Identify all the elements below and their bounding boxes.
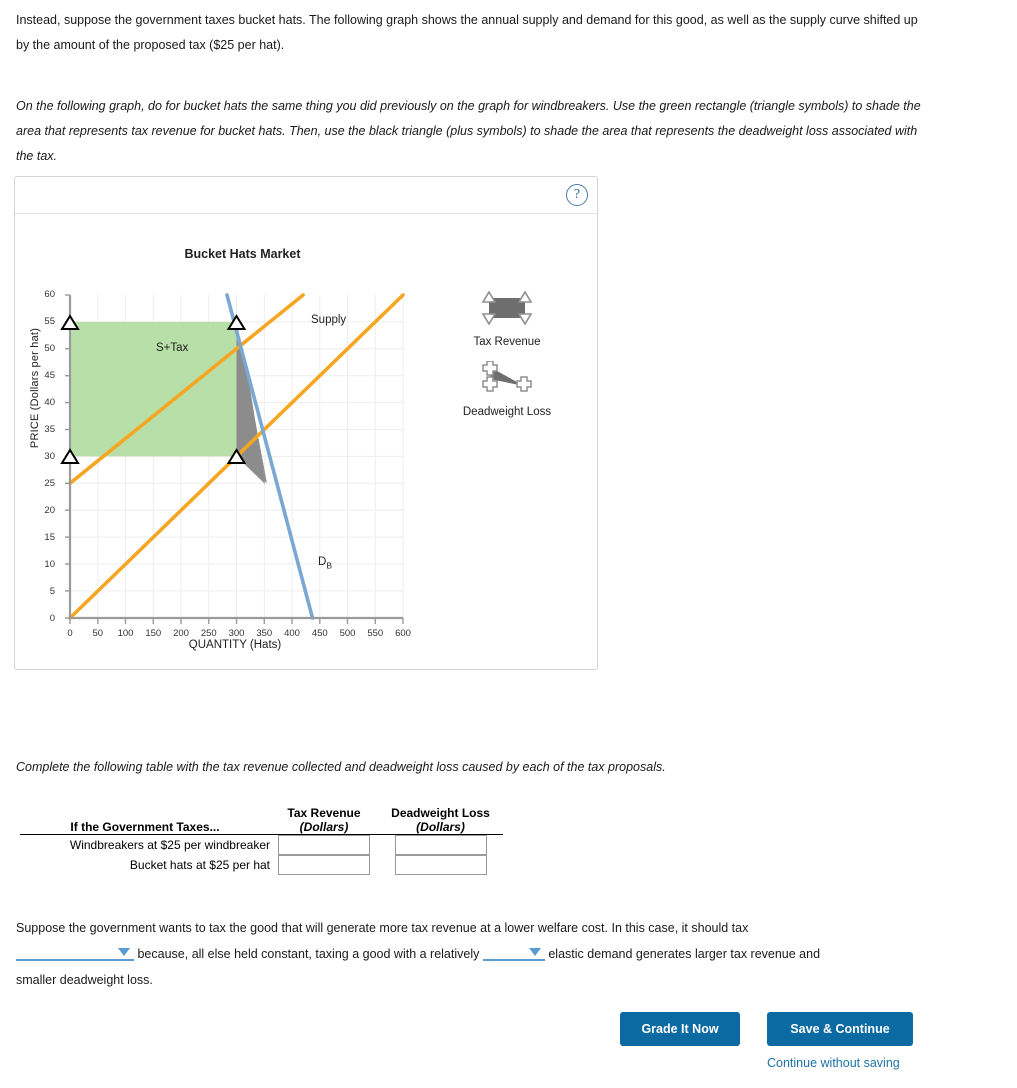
input-windbreakers-deadweight-loss[interactable] <box>394 834 487 855</box>
y-tick-5: 5 <box>49 586 55 597</box>
table-row: Bucket hats at $25 per hat <box>20 854 503 875</box>
legend-caption-deadweight-loss: Deadweight Loss <box>462 406 552 418</box>
dropdown-elasticity[interactable] <box>482 944 545 961</box>
y-tick-30: 30 <box>44 451 55 462</box>
save-and-continue-button[interactable]: Save & Continue <box>767 1012 913 1046</box>
row-label-bucket-hats: Bucket hats at $25 per hat <box>129 857 270 872</box>
table-header-tax-revenue-title: Tax Revenue <box>287 805 361 820</box>
table-header-tax-revenue-unit: (Dollars) <box>299 819 349 834</box>
page-root: Instead, suppose the government taxes bu… <box>0 0 1017 1088</box>
legend-item-tax-revenue[interactable]: Tax Revenue <box>427 290 587 348</box>
continue-without-saving-link[interactable]: Continue without saving <box>767 1056 900 1070</box>
graph-panel: ? Bucket Hats Market PRICE (Dollars per … <box>14 176 598 670</box>
legend-item-deadweight-loss[interactable]: Deadweight Loss <box>427 360 587 418</box>
table-intro: Complete the following table with the ta… <box>16 760 666 774</box>
cell-bucket-hats-deadweight-loss <box>378 854 503 875</box>
table-header-deadweight-loss-title: Deadweight Loss <box>391 805 490 820</box>
table-header-row: If the Government Taxes... Tax Revenue (… <box>20 790 503 834</box>
tax-table: If the Government Taxes... Tax Revenue (… <box>20 790 503 875</box>
input-bucket-hats-tax-revenue[interactable] <box>278 854 370 875</box>
bottom-line-1: Suppose the government wants to tax the … <box>16 921 749 935</box>
y-tick-0: 0 <box>49 613 55 624</box>
bottom-fragment-1: because, all else held constant, taxing … <box>137 947 480 961</box>
row-label-windbreakers: Windbreakers at $25 per windbreaker <box>20 833 270 855</box>
table-header-tax-revenue: Tax Revenue (Dollars) <box>270 790 378 834</box>
chart-plot-area: PRICE (Dollars per hat) QUANTITY (Hats) <box>15 177 599 671</box>
y-tick-20: 20 <box>44 505 55 516</box>
table-header-deadweight-loss: Deadweight Loss (Dollars) <box>378 790 503 834</box>
y-tick-25: 25 <box>44 478 55 489</box>
demand-label-subscript: B <box>326 560 332 571</box>
chart-svg <box>60 293 405 624</box>
cell-bucket-hats-tax-revenue <box>270 854 378 875</box>
legend-caption-tax-revenue: Tax Revenue <box>473 336 541 348</box>
y-tick-60: 60 <box>44 289 55 300</box>
x-tick-600: 600 <box>395 628 411 639</box>
chevron-down-icon <box>528 948 541 956</box>
bottom-line-3: smaller deadweight loss. <box>16 973 153 987</box>
y-tick-40: 40 <box>44 397 55 408</box>
deadweight-loss-icon <box>482 360 532 392</box>
input-bucket-hats-deadweight-loss[interactable] <box>394 854 487 875</box>
table-row: Windbreakers at $25 per windbreaker <box>20 833 503 855</box>
chevron-down-icon <box>118 948 130 956</box>
cell-windbreakers-tax-revenue <box>270 833 378 855</box>
dropdown-good[interactable] <box>16 944 134 961</box>
demand-curve-label: DB <box>318 556 332 570</box>
intro-paragraph-2: On the following graph, do for bucket ha… <box>16 99 921 163</box>
supply-curve-label: Supply <box>311 314 347 326</box>
y-tick-45: 45 <box>44 370 55 381</box>
y-tick-55: 55 <box>44 316 55 327</box>
table-header-taxes: If the Government Taxes... <box>70 819 220 834</box>
cell-windbreakers-deadweight-loss <box>378 833 503 855</box>
s-plus-tax-curve-label: S+Tax <box>156 342 189 354</box>
bottom-fragment-2: elastic demand generates larger tax reve… <box>548 947 821 961</box>
tax-revenue-icon <box>481 290 533 326</box>
y-tick-10: 10 <box>44 559 55 570</box>
tax-revenue-rectangle <box>70 321 237 457</box>
input-windbreakers-tax-revenue[interactable] <box>278 834 370 855</box>
y-tick-50: 50 <box>44 343 55 354</box>
intro-paragraph-1: Instead, suppose the government taxes bu… <box>16 13 918 52</box>
y-tick-15: 15 <box>44 532 55 543</box>
y-tick-35: 35 <box>44 424 55 435</box>
table-header-deadweight-loss-unit: (Dollars) <box>416 819 465 834</box>
bottom-prompt: Suppose the government wants to tax the … <box>16 915 936 993</box>
grade-it-now-button[interactable]: Grade It Now <box>620 1012 740 1046</box>
